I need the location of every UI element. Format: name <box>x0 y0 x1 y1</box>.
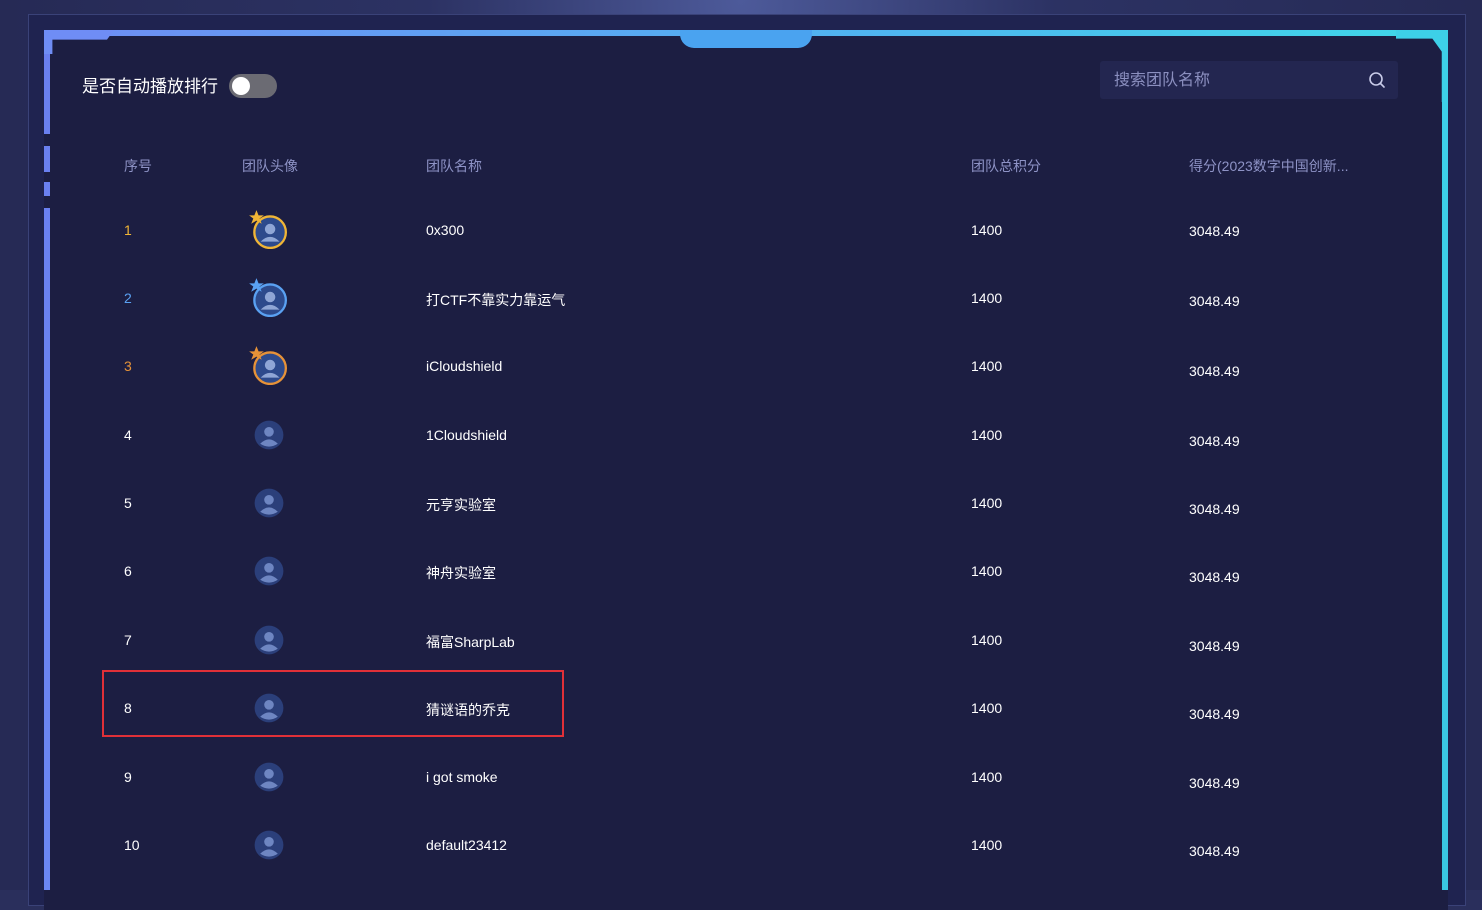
column-header-score: 得分(2023数字中国创新... <box>1189 158 1349 174</box>
toggle-knob <box>232 77 250 95</box>
table-row-total-points: 1400 <box>971 563 1003 579</box>
table-row-rank: 1 <box>124 222 132 238</box>
table-row-score: 3048.49 <box>1189 706 1240 722</box>
team-avatar-icon <box>254 488 284 518</box>
table-row-team-name[interactable]: 元亨实验室 <box>426 495 496 515</box>
team-avatar-icon <box>254 830 284 860</box>
table-row-score: 3048.49 <box>1189 843 1240 859</box>
table-row-rank: 2 <box>124 290 132 306</box>
table-row-total-points: 1400 <box>971 222 1003 238</box>
table-row-team-name[interactable]: 打CTF不靠实力靠运气 <box>426 290 565 310</box>
table-row-score: 3048.49 <box>1189 223 1240 239</box>
team-avatar-icon <box>254 556 284 586</box>
table-row-score: 3048.49 <box>1189 569 1240 585</box>
frame-left-border <box>44 30 50 890</box>
table-row-total-points: 1400 <box>971 358 1003 374</box>
table-row-score: 3048.49 <box>1189 293 1240 309</box>
table-row-total-points: 1400 <box>971 769 1003 785</box>
table-row-score: 3048.49 <box>1189 775 1240 791</box>
column-header-avatar: 团队头像 <box>242 158 298 174</box>
autoplay-toggle[interactable] <box>229 74 277 98</box>
table-row-score: 3048.49 <box>1189 363 1240 379</box>
column-header-total-points: 团队总积分 <box>971 158 1041 174</box>
table-row-team-name[interactable]: iCloudshield <box>426 358 502 374</box>
frame-left-gap <box>44 172 50 182</box>
table-row-team-name[interactable]: i got smoke <box>426 769 498 785</box>
table-row-rank: 5 <box>124 495 132 511</box>
table-row-rank: 3 <box>124 358 132 374</box>
table-row-total-points: 1400 <box>971 700 1003 716</box>
team-avatar-icon <box>249 210 288 249</box>
table-row-total-points: 1400 <box>971 427 1003 443</box>
table-row-team-name[interactable]: default23412 <box>426 837 507 853</box>
column-header-rank: 序号 <box>124 158 152 174</box>
table-row-total-points: 1400 <box>971 290 1003 306</box>
table-row-total-points: 1400 <box>971 495 1003 511</box>
table-row-rank: 6 <box>124 563 132 579</box>
frame-left-gap <box>44 196 50 208</box>
frame-top-notch <box>680 30 812 48</box>
table-row-score: 3048.49 <box>1189 501 1240 517</box>
table-row-score: 3048.49 <box>1189 433 1240 449</box>
team-avatar-icon <box>254 762 284 792</box>
row-highlight-box <box>102 670 564 737</box>
search-icon[interactable] <box>1368 71 1386 89</box>
frame-right-border <box>1442 100 1448 890</box>
team-search-box <box>1100 61 1398 101</box>
table-row-total-points: 1400 <box>971 632 1003 648</box>
table-row-rank: 7 <box>124 632 132 648</box>
table-row-rank: 9 <box>124 769 132 785</box>
column-header-team-name: 团队名称 <box>426 158 482 174</box>
autoplay-label: 是否自动播放排行 <box>82 77 218 96</box>
table-row-team-name[interactable]: 0x300 <box>426 222 464 238</box>
table-row-team-name[interactable]: 神舟实验室 <box>426 563 496 583</box>
table-row-score: 3048.49 <box>1189 638 1240 654</box>
frame-left-gap <box>44 134 50 146</box>
table-row-rank: 10 <box>124 837 140 853</box>
team-avatar-icon <box>249 278 288 317</box>
team-search-input[interactable] <box>1112 61 1362 101</box>
team-avatar-icon <box>249 346 288 385</box>
table-row-team-name[interactable]: 1Cloudshield <box>426 427 507 443</box>
team-avatar-icon <box>254 420 284 450</box>
table-row-total-points: 1400 <box>971 837 1003 853</box>
table-row-rank: 4 <box>124 427 132 443</box>
table-row-team-name[interactable]: 福富SharpLab <box>426 632 515 652</box>
team-avatar-icon <box>254 625 284 655</box>
